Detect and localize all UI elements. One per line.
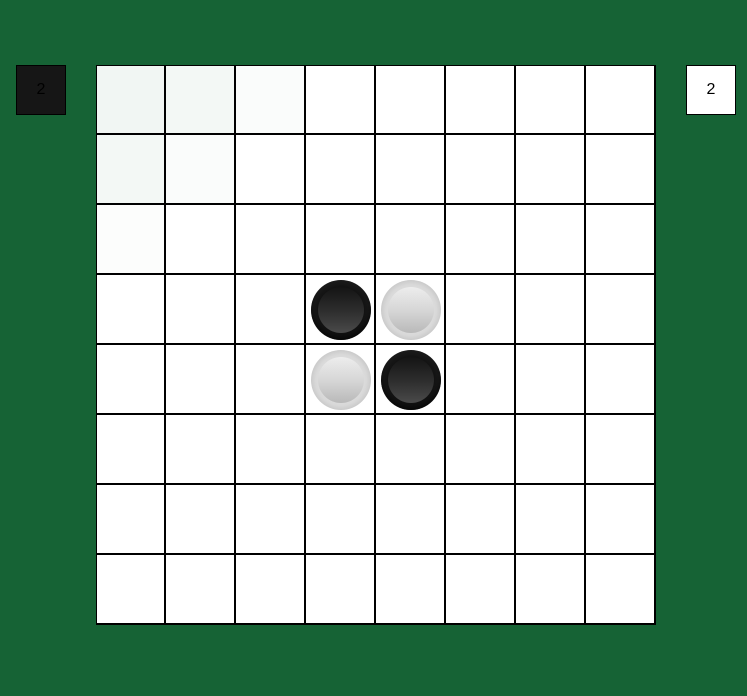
board-cell-r1-c3[interactable] — [306, 135, 376, 205]
board-cell-r4-c2[interactable] — [236, 345, 306, 415]
board-cell-r5-c3[interactable] — [306, 415, 376, 485]
board-cell-r2-c6[interactable] — [516, 205, 586, 275]
board-cell-r4-c4[interactable] — [376, 345, 446, 415]
board-cell-r3-c3[interactable] — [306, 275, 376, 345]
board-cell-r3-c2[interactable] — [236, 275, 306, 345]
board-cell-r2-c4[interactable] — [376, 205, 446, 275]
board-cell-r5-c1[interactable] — [166, 415, 236, 485]
board-cell-r0-c2[interactable] — [236, 65, 306, 135]
board-cell-r0-c0[interactable] — [96, 65, 166, 135]
board-cell-r6-c1[interactable] — [166, 485, 236, 555]
black-score: 2 — [16, 65, 66, 115]
board-cell-r4-c7[interactable] — [586, 345, 656, 415]
board-cell-r6-c6[interactable] — [516, 485, 586, 555]
board-cell-r7-c5[interactable] — [446, 555, 516, 625]
board-cell-r1-c1[interactable] — [166, 135, 236, 205]
board-cell-r6-c0[interactable] — [96, 485, 166, 555]
board-cell-r6-c4[interactable] — [376, 485, 446, 555]
board-cell-r0-c1[interactable] — [166, 65, 236, 135]
board-cell-r7-c7[interactable] — [586, 555, 656, 625]
othello-board — [96, 65, 656, 625]
board-cell-r5-c4[interactable] — [376, 415, 446, 485]
board-cell-r2-c5[interactable] — [446, 205, 516, 275]
board-cell-r1-c6[interactable] — [516, 135, 586, 205]
board-cell-r3-c1[interactable] — [166, 275, 236, 345]
board-cell-r1-c2[interactable] — [236, 135, 306, 205]
board-cell-r0-c7[interactable] — [586, 65, 656, 135]
board-cell-r7-c4[interactable] — [376, 555, 446, 625]
board-cell-r5-c6[interactable] — [516, 415, 586, 485]
board-cell-r4-c3[interactable] — [306, 345, 376, 415]
board-cell-r2-c2[interactable] — [236, 205, 306, 275]
board-cell-r4-c0[interactable] — [96, 345, 166, 415]
white-disc — [381, 280, 441, 340]
board-cell-r6-c5[interactable] — [446, 485, 516, 555]
board-cell-r0-c4[interactable] — [376, 65, 446, 135]
white-disc — [311, 350, 371, 410]
board-cell-r3-c6[interactable] — [516, 275, 586, 345]
board-cell-r7-c3[interactable] — [306, 555, 376, 625]
board-cell-r0-c5[interactable] — [446, 65, 516, 135]
black-disc — [311, 280, 371, 340]
board-cell-r3-c5[interactable] — [446, 275, 516, 345]
board-cell-r5-c7[interactable] — [586, 415, 656, 485]
board-cell-r0-c3[interactable] — [306, 65, 376, 135]
board-cell-r7-c6[interactable] — [516, 555, 586, 625]
board-cell-r3-c7[interactable] — [586, 275, 656, 345]
board-cell-r2-c7[interactable] — [586, 205, 656, 275]
black-disc — [381, 350, 441, 410]
board-cell-r7-c1[interactable] — [166, 555, 236, 625]
board-cell-r7-c0[interactable] — [96, 555, 166, 625]
board-cell-r3-c4[interactable] — [376, 275, 446, 345]
board-cell-r2-c0[interactable] — [96, 205, 166, 275]
board-cell-r3-c0[interactable] — [96, 275, 166, 345]
board-cell-r1-c7[interactable] — [586, 135, 656, 205]
board-cell-r7-c2[interactable] — [236, 555, 306, 625]
board-cell-r4-c5[interactable] — [446, 345, 516, 415]
white-score: 2 — [686, 65, 736, 115]
board-cell-r6-c7[interactable] — [586, 485, 656, 555]
board-cell-r4-c6[interactable] — [516, 345, 586, 415]
board-cell-r1-c4[interactable] — [376, 135, 446, 205]
board-cell-r1-c0[interactable] — [96, 135, 166, 205]
board-cell-r2-c1[interactable] — [166, 205, 236, 275]
board-cell-r4-c1[interactable] — [166, 345, 236, 415]
board-cell-r6-c3[interactable] — [306, 485, 376, 555]
board-cell-r6-c2[interactable] — [236, 485, 306, 555]
board-cell-r5-c5[interactable] — [446, 415, 516, 485]
board-cell-r1-c5[interactable] — [446, 135, 516, 205]
board-cell-r0-c6[interactable] — [516, 65, 586, 135]
board-cell-r2-c3[interactable] — [306, 205, 376, 275]
board-cell-r5-c2[interactable] — [236, 415, 306, 485]
board-cell-r5-c0[interactable] — [96, 415, 166, 485]
